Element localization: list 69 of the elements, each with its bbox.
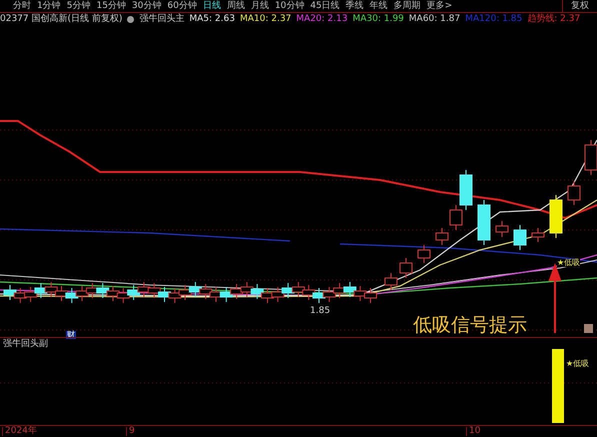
chart-title: 02377 国创高新(日线 前复权) xyxy=(0,12,122,26)
indicator-icon[interactable] xyxy=(127,16,134,23)
candlestick xyxy=(127,284,140,300)
period-tab[interactable]: 15分钟 xyxy=(93,0,129,12)
candlestick xyxy=(168,288,182,304)
candlestick xyxy=(292,282,305,298)
candlestick xyxy=(584,140,597,176)
candlestick xyxy=(343,282,356,298)
candlestick xyxy=(400,258,412,278)
period-tab[interactable]: 季线 xyxy=(342,0,367,12)
candlestick xyxy=(44,282,58,298)
low-price-label: 1.85 xyxy=(310,307,330,316)
adjust-button[interactable]: 复权 xyxy=(562,0,597,12)
candlestick xyxy=(4,284,16,300)
ma-value: MA30: 1.99 xyxy=(352,12,404,26)
candlestick xyxy=(354,286,367,302)
period-tab[interactable]: 分时 xyxy=(10,0,34,12)
candlestick xyxy=(230,284,244,300)
period-tab[interactable]: 10分钟 xyxy=(272,0,308,12)
candlestick xyxy=(96,282,110,298)
period-tab[interactable]: 60分钟 xyxy=(164,0,200,12)
candlestick xyxy=(148,282,161,298)
date-label: 9 xyxy=(126,427,135,436)
candlestick xyxy=(178,284,192,300)
ma-value: MA5: 2.63 xyxy=(189,12,235,26)
candlestick xyxy=(384,272,398,290)
period-tab[interactable]: 周线 xyxy=(224,0,248,12)
period-tab[interactable]: 5分钟 xyxy=(64,0,94,12)
period-tab[interactable]: 1分钟 xyxy=(34,0,64,12)
period-tab[interactable]: 多周期 xyxy=(390,0,424,12)
candlestick xyxy=(496,220,508,238)
ma-value: MA120: 1.85 xyxy=(465,12,522,26)
signal-label: ★低吸 xyxy=(557,259,580,267)
ma-value: 趋势线: 2.37 xyxy=(527,12,580,26)
ma-value: MA60: 1.87 xyxy=(408,12,460,26)
candlestick xyxy=(271,286,284,302)
candlestick xyxy=(302,284,316,300)
indicator-name: 强牛回头主 xyxy=(139,12,184,26)
candlestick xyxy=(250,284,264,300)
period-tab[interactable]: 更多> xyxy=(424,0,456,12)
candlestick xyxy=(550,194,562,238)
ma-value: MA20: 2.13 xyxy=(296,12,348,26)
candlestick xyxy=(322,286,336,302)
ma-value: MA10: 2.37 xyxy=(240,12,292,26)
up-arrow xyxy=(549,263,561,334)
candlestick xyxy=(568,180,580,206)
candlestick xyxy=(76,286,89,302)
date-label: 2024年 xyxy=(2,427,37,436)
candlestick xyxy=(55,286,68,302)
period-tab[interactable]: 45日线 xyxy=(307,0,343,12)
candlestick xyxy=(514,224,526,250)
candlestick xyxy=(199,284,212,300)
panel-toggle-icon[interactable] xyxy=(584,324,593,333)
candlestick xyxy=(106,286,120,302)
candlestick xyxy=(532,228,544,242)
candlestick xyxy=(116,288,130,304)
annotation-text: 低吸信号提示 xyxy=(413,316,527,335)
period-tab[interactable]: 30分钟 xyxy=(128,0,164,12)
candlestick xyxy=(478,200,490,246)
period-tab[interactable]: 年线 xyxy=(366,0,391,12)
candlestick xyxy=(220,286,233,302)
period-tab[interactable]: 日线 xyxy=(200,0,224,12)
candlestick xyxy=(418,244,430,264)
candlestick xyxy=(364,288,377,304)
period-tab[interactable]: 月线 xyxy=(248,0,272,12)
signal-label: ★低吸 xyxy=(566,360,590,368)
candlestick xyxy=(24,286,38,302)
indicator-title: 强牛回头副 xyxy=(3,340,48,349)
date-label: 10 xyxy=(466,427,480,436)
